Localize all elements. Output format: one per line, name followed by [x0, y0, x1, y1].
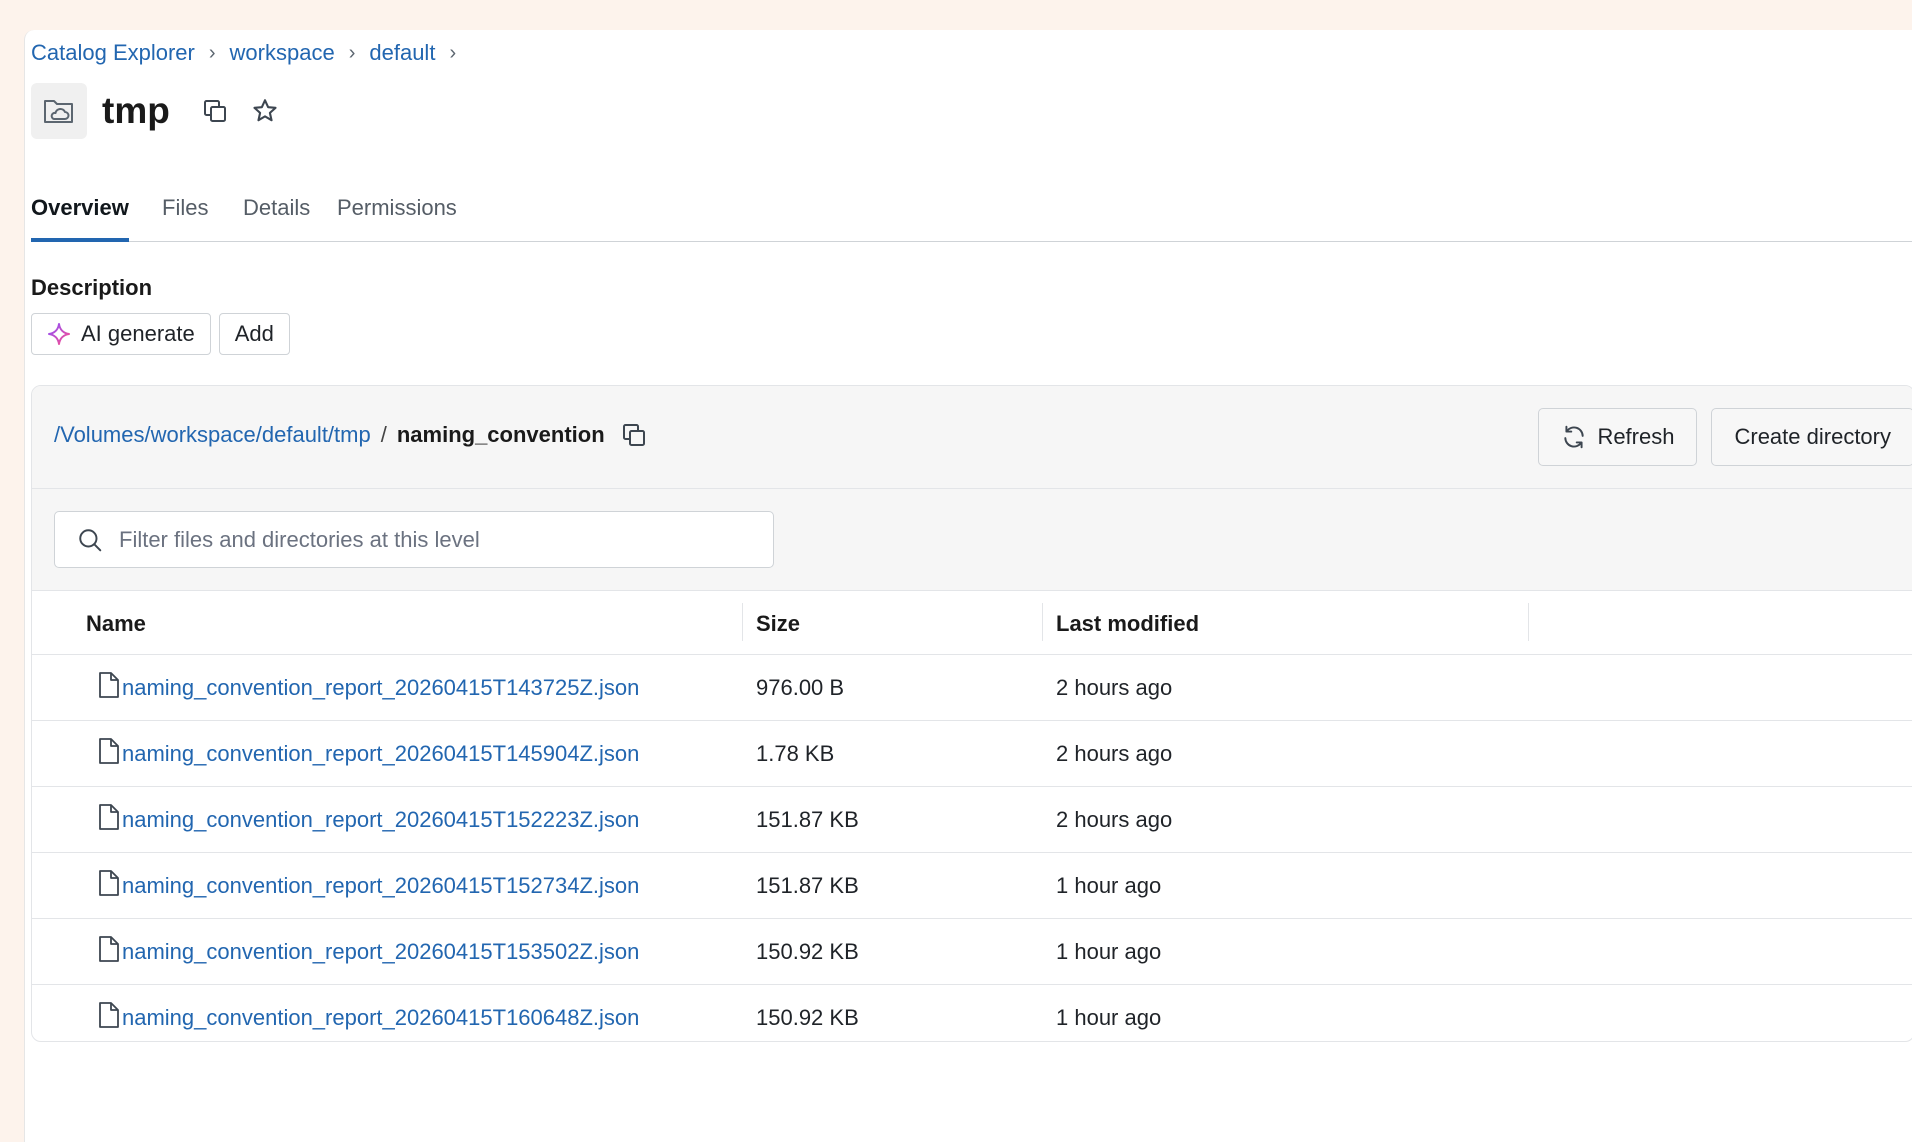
file-name-link[interactable]: naming_convention_report_20260415T153502… [122, 939, 639, 965]
table-row[interactable]: naming_convention_report_20260415T143725… [32, 655, 1912, 721]
file-name-link[interactable]: naming_convention_report_20260415T143725… [122, 675, 639, 701]
file-browser: /Volumes/workspace/default/tmp / naming_… [31, 385, 1912, 1042]
browser-actions: Refresh Create directory [1538, 408, 1912, 466]
file-icon [98, 737, 120, 771]
sparkle-icon [47, 322, 71, 346]
filter-field [54, 511, 774, 568]
file-size: 976.00 B [756, 675, 845, 700]
column-header-size[interactable]: Size [756, 611, 800, 637]
column-header-name[interactable]: Name [86, 611, 146, 637]
breadcrumb-default[interactable]: default [369, 40, 435, 66]
file-modified: 2 hours ago [1056, 807, 1173, 832]
file-size: 1.78 KB [756, 741, 835, 766]
copy-icon[interactable] [621, 422, 647, 448]
breadcrumb: Catalog Explorer › workspace › default › [31, 40, 470, 66]
chevron-right-icon: › [208, 41, 216, 64]
cloud-folder-icon [31, 83, 87, 139]
tab-files[interactable]: Files [162, 195, 208, 241]
table-row[interactable]: naming_convention_report_20260415T160648… [32, 985, 1912, 1041]
filter-zone [32, 489, 1912, 591]
file-icon [98, 869, 120, 903]
chevron-right-icon: › [348, 41, 356, 64]
copy-icon[interactable] [198, 94, 232, 128]
main-panel: Catalog Explorer › workspace › default ›… [24, 30, 1912, 1142]
table-row[interactable]: naming_convention_report_20260415T152223… [32, 787, 1912, 853]
path-link[interactable]: /Volumes/workspace/default/tmp [54, 422, 371, 448]
title-row: tmp [31, 83, 298, 139]
breadcrumb-catalog-explorer[interactable]: Catalog Explorer [31, 40, 195, 66]
tab-details[interactable]: Details [243, 195, 310, 241]
page-title: tmp [102, 90, 170, 131]
add-description-button[interactable]: Add [218, 313, 290, 355]
tab-permissions[interactable]: Permissions [337, 195, 457, 241]
search-icon [77, 527, 103, 553]
file-modified: 1 hour ago [1056, 1005, 1162, 1030]
refresh-icon [1561, 424, 1587, 450]
table-row[interactable]: naming_convention_report_20260415T153502… [32, 919, 1912, 985]
file-size: 150.92 KB [756, 939, 859, 964]
file-icon [98, 1001, 120, 1035]
ai-generate-button[interactable]: AI generate [31, 313, 211, 355]
file-modified: 1 hour ago [1056, 939, 1162, 964]
column-header-last-modified[interactable]: Last modified [1056, 611, 1199, 637]
refresh-label: Refresh [1597, 424, 1675, 449]
column-divider[interactable] [1528, 603, 1529, 641]
description-actions: AI generate Add [31, 313, 290, 355]
description-label: Description [31, 275, 153, 300]
files-table: Name Size Last modified naming_conventio… [32, 591, 1912, 1041]
file-modified: 2 hours ago [1056, 675, 1173, 700]
column-divider[interactable] [1042, 603, 1043, 641]
path-current: naming_convention [396, 422, 605, 447]
filter-input[interactable] [117, 525, 721, 554]
file-name-link[interactable]: naming_convention_report_20260415T152223… [122, 807, 639, 833]
ai-generate-label: AI generate [81, 321, 195, 346]
file-icon [98, 671, 120, 705]
table-row[interactable]: naming_convention_report_20260415T152734… [32, 853, 1912, 919]
path-separator: / [380, 422, 387, 447]
star-icon[interactable] [248, 94, 282, 128]
file-modified: 1 hour ago [1056, 873, 1162, 898]
tab-bar: Overview Files Details Permissions [31, 185, 1912, 242]
file-size: 151.87 KB [756, 873, 859, 898]
file-size: 150.92 KB [756, 1005, 859, 1030]
file-name-link[interactable]: naming_convention_report_20260415T145904… [122, 741, 639, 767]
left-rail [0, 0, 24, 1142]
file-name-link[interactable]: naming_convention_report_20260415T160648… [122, 1005, 639, 1031]
file-modified: 2 hours ago [1056, 741, 1173, 766]
table-header: Name Size Last modified [32, 591, 1912, 655]
column-divider[interactable] [742, 603, 743, 641]
refresh-button[interactable]: Refresh [1538, 408, 1698, 466]
file-icon [98, 935, 120, 969]
breadcrumb-workspace[interactable]: workspace [230, 40, 335, 66]
tab-overview[interactable]: Overview [31, 195, 129, 242]
table-row[interactable]: naming_convention_report_20260415T145904… [32, 721, 1912, 787]
file-icon [98, 803, 120, 837]
volume-path: /Volumes/workspace/default/tmp / naming_… [54, 422, 647, 448]
create-directory-button[interactable]: Create directory [1711, 408, 1912, 466]
chevron-right-icon: › [449, 41, 457, 64]
file-size: 151.87 KB [756, 807, 859, 832]
file-name-link[interactable]: naming_convention_report_20260415T152734… [122, 873, 639, 899]
browser-header: /Volumes/workspace/default/tmp / naming_… [32, 386, 1912, 489]
